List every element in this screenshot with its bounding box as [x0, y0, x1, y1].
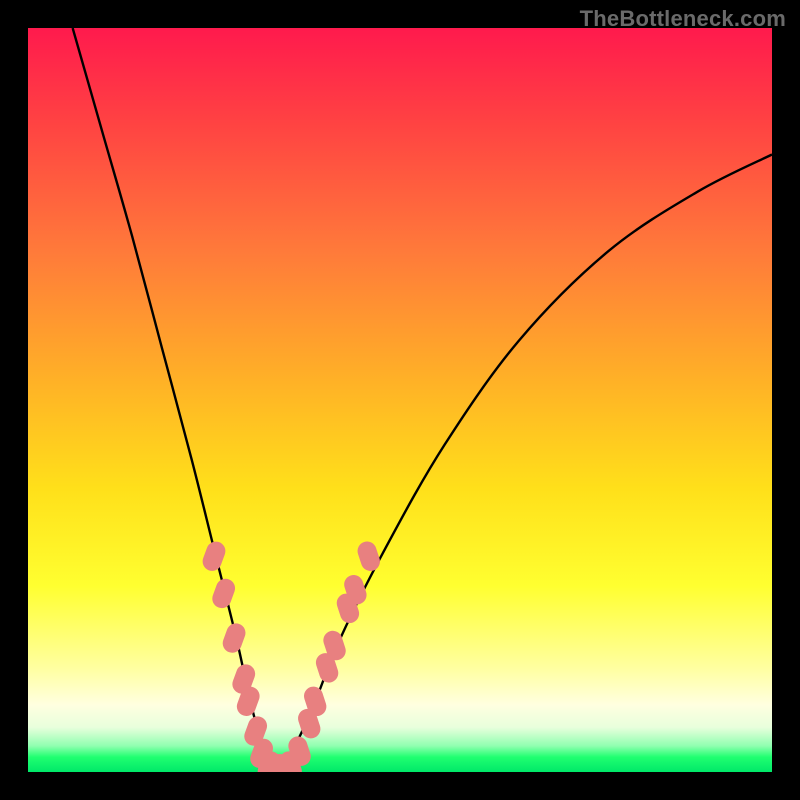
chart-svg — [28, 28, 772, 772]
marker-group — [200, 539, 382, 772]
curve-marker — [200, 539, 228, 574]
curve-marker — [355, 539, 382, 573]
watermark-text: TheBottleneck.com — [580, 6, 786, 32]
chart-plot-area — [28, 28, 772, 772]
bottleneck-curve — [73, 28, 772, 772]
curve-marker — [220, 621, 248, 656]
curve-marker — [210, 576, 238, 611]
